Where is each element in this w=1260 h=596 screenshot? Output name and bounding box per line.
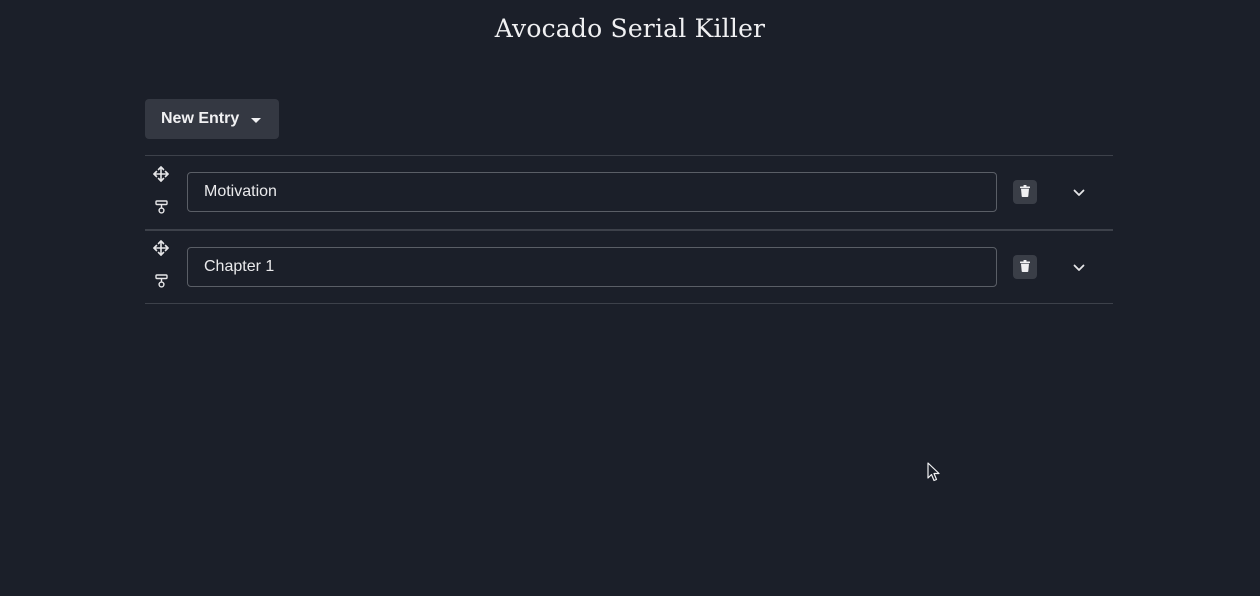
entry-row	[145, 156, 1113, 230]
new-entry-button[interactable]: New Entry	[145, 99, 279, 139]
chevron-down-icon	[1073, 185, 1085, 200]
new-entry-label: New Entry	[161, 110, 240, 127]
page-title: Avocado Serial Killer	[494, 14, 766, 43]
entry-list	[145, 155, 1113, 304]
delete-button[interactable]	[1013, 255, 1037, 279]
entry-title-input[interactable]	[187, 172, 997, 212]
move-icon[interactable]	[152, 165, 170, 183]
chevron-down-icon	[1073, 260, 1085, 275]
insert-icon[interactable]	[155, 274, 168, 288]
expand-button[interactable]	[1069, 257, 1089, 277]
expand-button[interactable]	[1069, 182, 1089, 202]
mouse-cursor-icon	[927, 462, 941, 482]
caret-down-icon	[251, 117, 262, 123]
insert-icon[interactable]	[155, 200, 168, 214]
trash-icon	[1020, 259, 1030, 275]
move-icon[interactable]	[152, 239, 170, 257]
page: Avocado Serial Killer New Entry	[0, 0, 1260, 596]
trash-icon	[1020, 184, 1030, 200]
entry-row	[145, 230, 1113, 304]
entry-title-input[interactable]	[187, 247, 997, 287]
delete-button[interactable]	[1013, 180, 1037, 204]
